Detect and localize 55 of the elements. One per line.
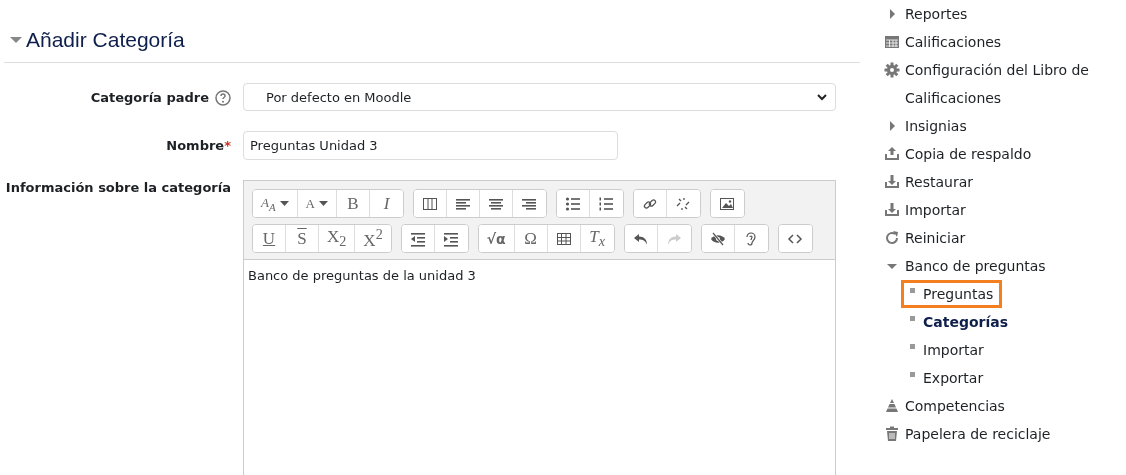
sidebar-link[interactable]: Reportes — [905, 0, 1095, 28]
sidebar-link[interactable]: Papelera de reciclaje — [905, 420, 1095, 448]
help-icon[interactable] — [215, 90, 231, 106]
gear-icon — [884, 62, 900, 78]
columns-button[interactable] — [413, 190, 447, 217]
caret-icon — [318, 200, 328, 207]
caret-icon[interactable] — [10, 34, 22, 46]
equation-button[interactable]: √α — [478, 225, 515, 252]
field-label: Nombre* — [166, 138, 231, 153]
html-button[interactable] — [778, 225, 812, 252]
upload-icon — [884, 146, 900, 162]
outdent-icon — [409, 230, 426, 247]
table-icon — [555, 230, 572, 247]
sidebar-link[interactable]: Restaurar — [905, 168, 1095, 196]
sidebar-link[interactable]: Importar — [905, 196, 1095, 224]
section-title: Añadir Categoría — [26, 28, 185, 52]
undo-button[interactable] — [624, 225, 658, 252]
chevron-icon — [817, 93, 827, 101]
sidebar-link[interactable]: Reiniciar — [905, 224, 1095, 252]
sidebar-subitem[interactable]: Exportar — [901, 364, 993, 392]
accessibility-icon — [709, 230, 726, 247]
image-button[interactable] — [710, 190, 744, 217]
unlink-icon — [675, 195, 692, 212]
outdent-button[interactable] — [401, 225, 435, 252]
sidebar-link[interactable]: Insignias — [905, 112, 1095, 140]
download-icon — [884, 202, 900, 218]
download-icon — [884, 174, 900, 190]
underline-button[interactable]: U — [253, 225, 286, 252]
numbered-list-icon — [598, 195, 615, 212]
sidebar-subitem[interactable]: Preguntas — [901, 280, 1003, 308]
font-family-button[interactable]: A$_{A}$ — [253, 190, 298, 217]
link-button[interactable] — [633, 190, 667, 217]
sidebar-link[interactable]: Configuración del Libro de Calificaciones — [905, 56, 1095, 112]
reset-icon — [884, 230, 900, 246]
table-icon — [884, 34, 900, 50]
columns-icon — [421, 195, 438, 212]
bullet-list-icon — [564, 195, 581, 212]
trash-icon — [884, 426, 900, 442]
sidebar-link[interactable]: Competencias — [905, 392, 1095, 420]
field-label: Información sobre la categoría — [5, 180, 231, 195]
name-input-field[interactable]: Preguntas Unidad 3 — [243, 131, 618, 160]
sidebar-link[interactable]: Calificaciones — [905, 28, 1095, 56]
sidebar-subitem[interactable]: Categorías — [901, 308, 1018, 336]
sidebar-link[interactable]: Copia de respaldo — [905, 140, 1095, 168]
bullet-list-button[interactable] — [556, 190, 590, 217]
sidebar-link[interactable]: Banco de preguntas — [905, 252, 1095, 280]
indent-icon — [443, 230, 460, 247]
image-icon — [719, 195, 736, 212]
field-label: Categoría padre — [90, 90, 209, 105]
caret-icon — [279, 200, 289, 207]
pyramid-icon — [884, 398, 900, 414]
sidebar-subitem[interactable]: Importar — [901, 336, 993, 364]
parent-category-select[interactable]: Por defecto en Moodle — [243, 83, 836, 111]
accessibility-button[interactable] — [701, 225, 735, 252]
editor-text[interactable]: Banco de preguntas de la unidad 3 — [244, 260, 835, 475]
